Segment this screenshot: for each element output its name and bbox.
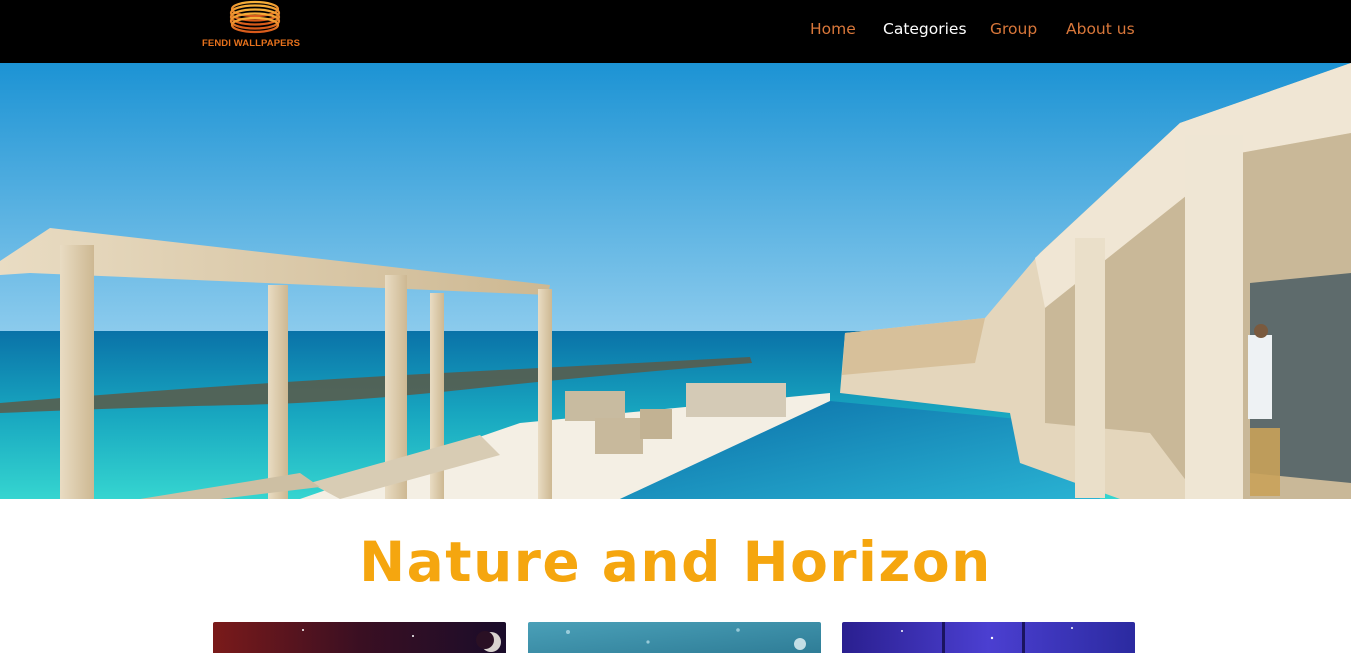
wallpaper-card-2[interactable] <box>528 622 821 653</box>
rings-logo-icon <box>229 0 281 34</box>
wallpaper-card-3[interactable] <box>842 622 1135 653</box>
rainy-window-thumbnail-icon <box>528 622 821 653</box>
nav-group[interactable]: Group <box>990 20 1037 42</box>
logo-text: FENDI WALLPAPERS <box>202 38 301 49</box>
section-title: Nature and Horizon <box>359 530 992 594</box>
site-logo[interactable]: FENDI WALLPAPERS <box>200 0 312 58</box>
nav-home[interactable]: Home <box>810 20 856 42</box>
nav-about-us[interactable]: About us <box>1066 20 1135 42</box>
starry-forest-thumbnail-icon <box>842 622 1135 653</box>
moonlit-sky-thumbnail-icon <box>213 622 506 653</box>
wallpaper-card-1[interactable] <box>213 622 506 653</box>
hero-banner <box>0 63 1351 499</box>
top-navbar: FENDI WALLPAPERS Home Categories Group A… <box>0 0 1351 63</box>
nav-categories[interactable]: Categories <box>883 20 967 42</box>
beach-villa-photo-icon <box>0 63 1351 499</box>
